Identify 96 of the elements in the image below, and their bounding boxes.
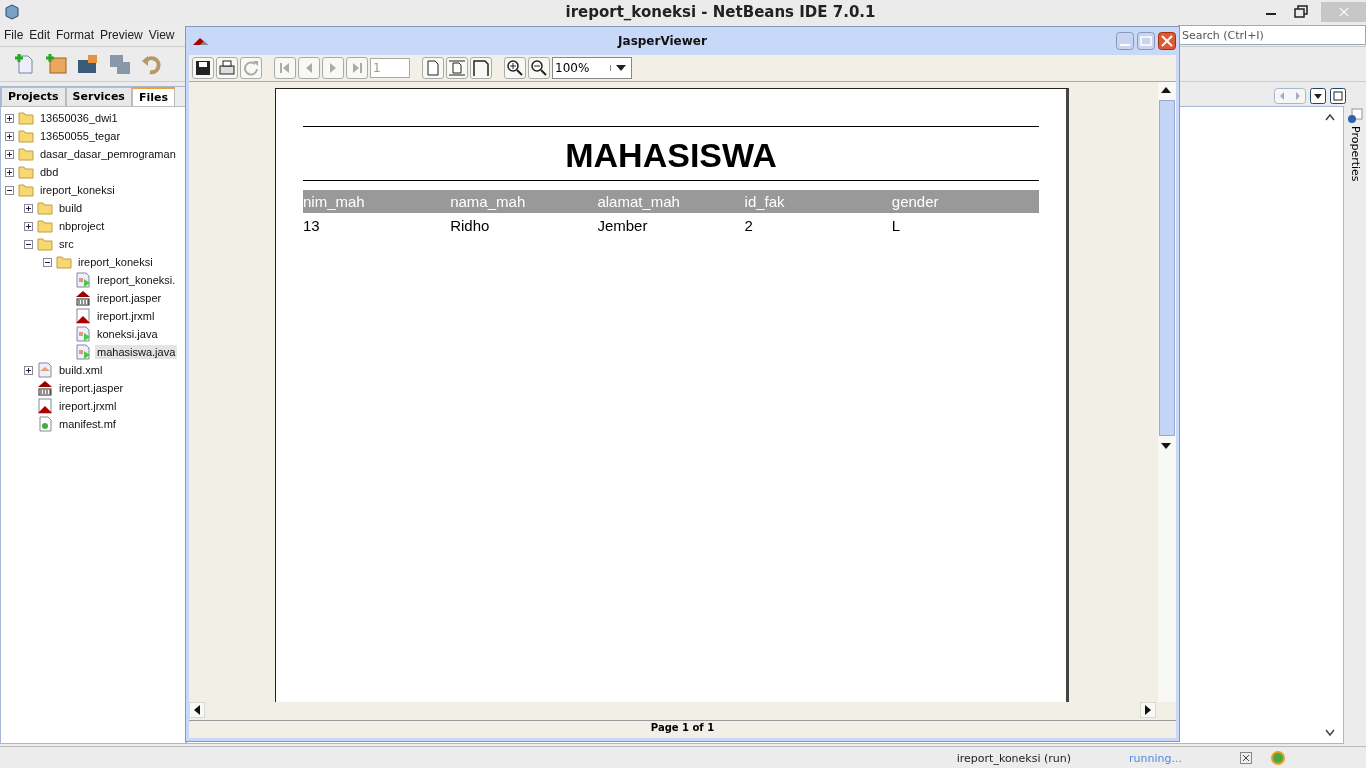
- fit-width-icon[interactable]: [470, 57, 492, 79]
- manifest-file-icon: [37, 416, 53, 432]
- print-icon[interactable]: [216, 57, 238, 79]
- new-folder-icon[interactable]: [44, 52, 68, 76]
- maximize-icon[interactable]: [1330, 88, 1346, 104]
- close-icon[interactable]: [1158, 32, 1176, 50]
- expander-icon[interactable]: [24, 203, 33, 213]
- folder-icon: [56, 254, 72, 270]
- jasper-icon: [193, 36, 209, 46]
- page-status: Page 1 of 1: [189, 720, 1176, 738]
- tree-item[interactable]: Ireport_koneksi.: [95, 273, 178, 287]
- scroll-left-icon[interactable]: [189, 702, 205, 718]
- properties-icon[interactable]: [1347, 108, 1363, 124]
- menu-item[interactable]: Edit: [29, 28, 51, 42]
- expander-icon[interactable]: [24, 221, 33, 231]
- scroll-up-icon[interactable]: [1325, 113, 1335, 121]
- menu-item[interactable]: Preview: [100, 28, 143, 42]
- status-task: ireport_koneksi (run): [956, 751, 1072, 765]
- app-icon: [4, 4, 20, 20]
- scroll-right-icon[interactable]: [1140, 702, 1156, 718]
- jasper-file-icon: [37, 380, 53, 396]
- jasper-file-icon: [75, 290, 91, 306]
- new-file-icon[interactable]: [12, 52, 36, 76]
- column-header: gender: [891, 193, 940, 210]
- tree-item[interactable]: build: [57, 201, 85, 215]
- tree-item[interactable]: dasar_dasar_pemrograman: [38, 147, 178, 161]
- zoom-in-icon[interactable]: [504, 57, 526, 79]
- column-header: nim_mah: [303, 193, 366, 210]
- java-file-icon: [75, 344, 91, 360]
- column-header: alamat_mah: [597, 193, 681, 210]
- status-message: running...: [1128, 751, 1183, 765]
- caret-icon: [616, 65, 626, 71]
- folder-icon: [18, 164, 34, 180]
- expander-icon[interactable]: [5, 149, 14, 159]
- tree-item[interactable]: dbd: [38, 165, 61, 179]
- folder-icon: [18, 110, 34, 126]
- expander-icon[interactable]: [5, 131, 14, 141]
- properties-tab[interactable]: Properties: [1348, 126, 1362, 182]
- tree-item[interactable]: nbproject: [57, 219, 107, 233]
- tree-item[interactable]: ireport.jasper: [95, 291, 164, 305]
- report-title: MAHASISWA: [564, 135, 778, 176]
- tree-item[interactable]: ireport.jrxml: [95, 309, 157, 323]
- tree-item[interactable]: manifest.mf: [57, 417, 118, 431]
- folder-icon: [18, 128, 34, 144]
- scroll-down-icon[interactable]: [1325, 729, 1335, 737]
- xml-file-icon: [37, 362, 53, 378]
- java-file-icon: [75, 326, 91, 342]
- column-header: nama_mah: [450, 193, 527, 210]
- table-cell-text: Ridho: [450, 216, 491, 234]
- column-header: id_fak: [744, 193, 786, 210]
- search-field[interactable]: Search (Ctrl+I): [1178, 25, 1366, 45]
- expander-icon[interactable]: [43, 257, 52, 267]
- tree-item[interactable]: ireport_koneksi: [76, 255, 155, 269]
- scrollbar-thumb[interactable]: [1159, 100, 1175, 436]
- table-cell-text: Jember: [597, 216, 649, 234]
- panel-tab[interactable]: Projects: [1, 87, 66, 106]
- menu-item[interactable]: Format: [56, 28, 95, 42]
- folder-icon: [37, 218, 53, 234]
- expander-icon[interactable]: [5, 185, 14, 195]
- fit-page-icon[interactable]: [446, 57, 468, 79]
- actual-size-icon[interactable]: [422, 57, 444, 79]
- folder-icon: [18, 146, 34, 162]
- jrxml-file-icon: [75, 308, 91, 324]
- jrxml-file-icon: [37, 398, 53, 414]
- panel-tab[interactable]: Files: [131, 87, 175, 106]
- tree-item[interactable]: ireport_koneksi: [38, 183, 117, 197]
- tree-item[interactable]: koneksi.java: [95, 327, 160, 341]
- table-cell-text: 2: [744, 216, 754, 234]
- tree-item[interactable]: 13650036_dwi1: [38, 111, 120, 125]
- expander-icon[interactable]: [5, 167, 14, 177]
- tree-item[interactable]: ireport.jrxml: [57, 399, 119, 413]
- folder-icon: [37, 200, 53, 216]
- folder-icon: [18, 182, 34, 198]
- tree-item[interactable]: src: [57, 237, 76, 251]
- tree-item[interactable]: 13650055_tegar: [38, 129, 123, 143]
- menu-item[interactable]: View: [148, 28, 175, 42]
- viewer-title: JasperViewer: [616, 34, 708, 48]
- zoom-dropdown[interactable]: 100%: [552, 57, 632, 79]
- table-cell-text: L: [891, 216, 902, 234]
- panel-tab[interactable]: Services: [65, 87, 132, 106]
- folder-icon[interactable]: [76, 52, 100, 76]
- save-icon[interactable]: [192, 57, 214, 79]
- folder-icon: [37, 236, 53, 252]
- java-file-icon: [75, 272, 91, 288]
- expander-icon[interactable]: [24, 239, 33, 249]
- window-title: ireport_koneksi - NetBeans IDE 7.0.1: [564, 3, 877, 21]
- expander-icon[interactable]: [5, 113, 14, 123]
- table-cell-text: 13: [303, 216, 321, 234]
- dropdown-icon[interactable]: [1310, 88, 1326, 104]
- cancel-icon[interactable]: [1240, 752, 1252, 764]
- tree-item[interactable]: build.xml: [57, 363, 105, 377]
- tree-item[interactable]: mahasiswa.java: [95, 345, 178, 359]
- tree-item[interactable]: ireport.jasper: [57, 381, 126, 395]
- zoom-out-icon[interactable]: [528, 57, 550, 79]
- menu-item[interactable]: File: [4, 28, 24, 42]
- expander-icon[interactable]: [24, 365, 33, 375]
